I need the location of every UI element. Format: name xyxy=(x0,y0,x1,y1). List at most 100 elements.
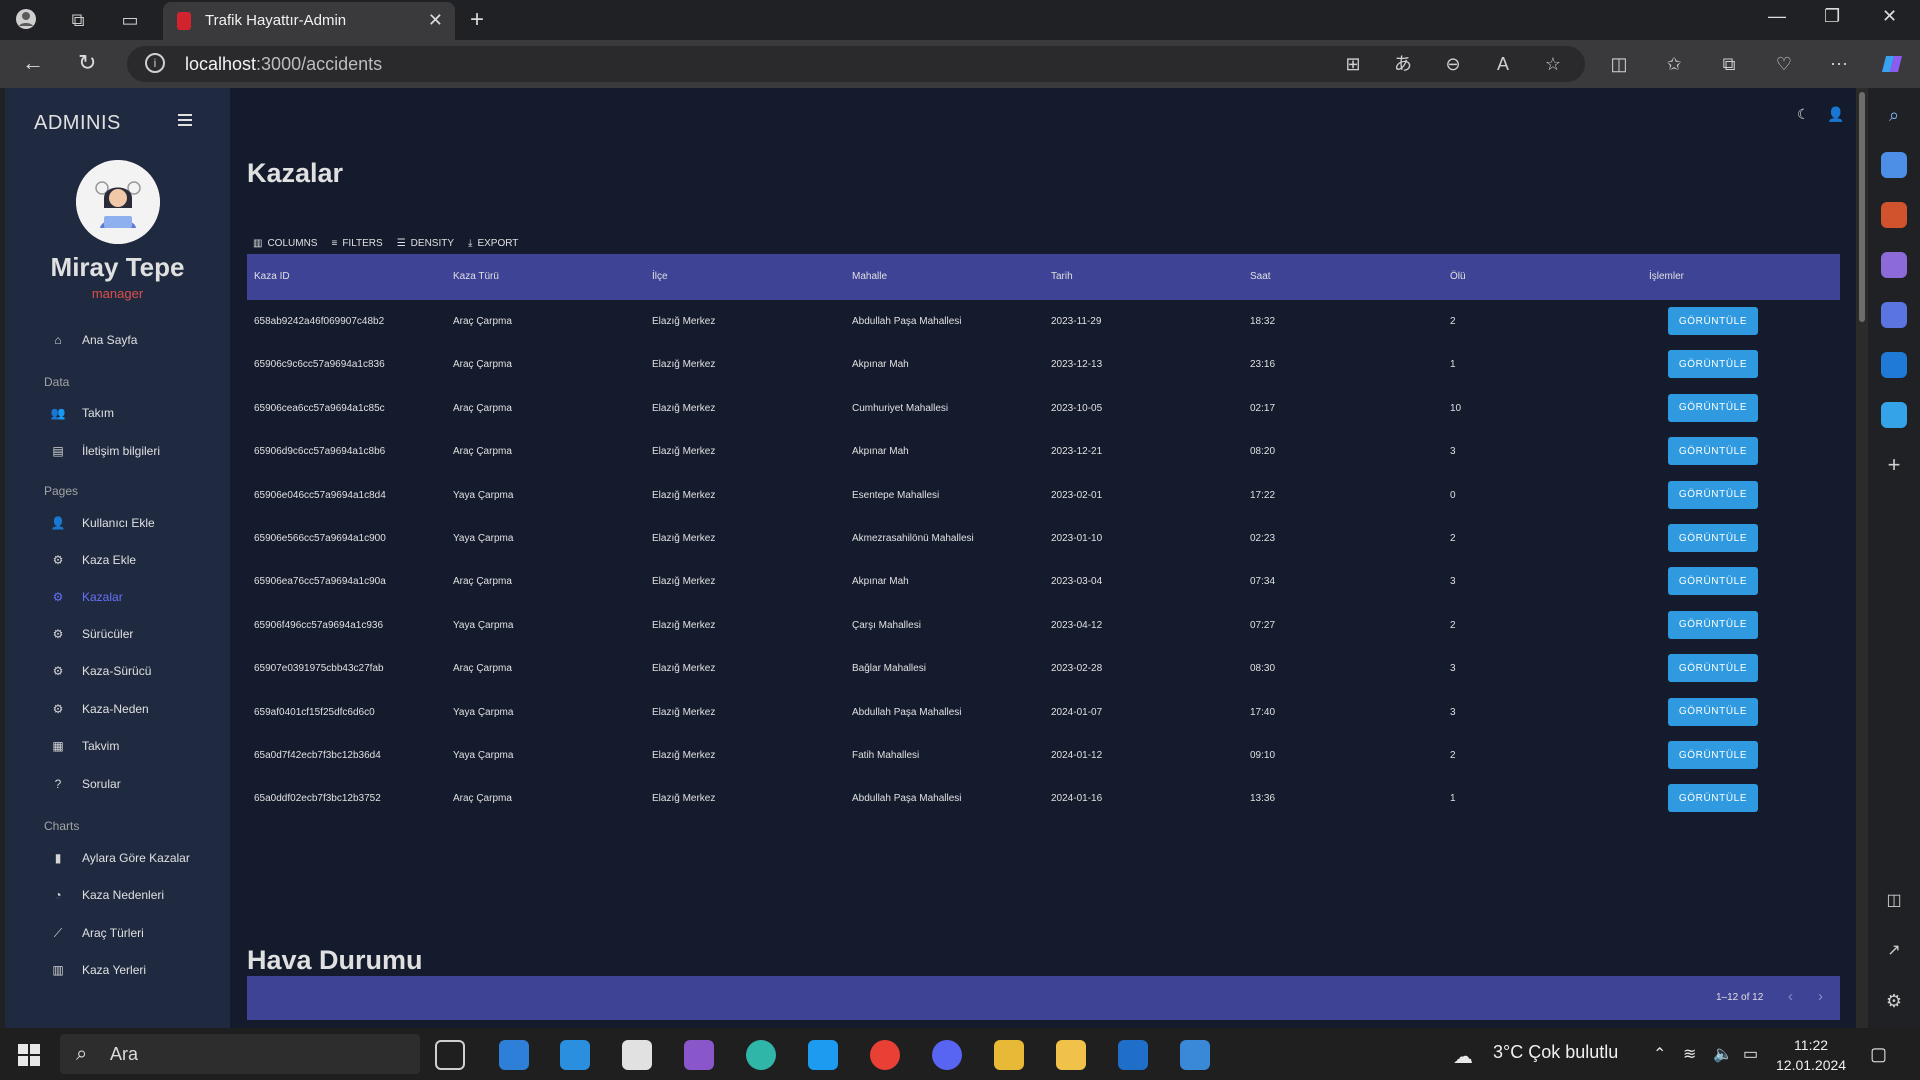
column-header[interactable]: İlçe xyxy=(652,271,668,282)
table-row[interactable]: 65a0ddf02ecb7f3bc12b3752 Araç Çarpma Elazı… xyxy=(247,777,1840,820)
send-icon[interactable] xyxy=(1881,402,1907,428)
profile-icon[interactable] xyxy=(14,8,38,32)
dark-mode-icon[interactable]: ☾ xyxy=(1797,106,1810,123)
table-row[interactable]: 65906e046cc57a9694a1c8d4 Yaya Çarpma Elazı… xyxy=(247,474,1840,517)
sidebar-item-accident-driver[interactable]: ⚙ Kaza-Sürücü xyxy=(50,661,152,681)
view-button[interactable]: GÖRÜNTÜLE xyxy=(1668,437,1758,466)
wifi-icon[interactable]: ≋ xyxy=(1683,1044,1696,1064)
next-page-icon[interactable]: › xyxy=(1818,988,1823,1005)
column-header[interactable]: Kaza ID xyxy=(254,271,290,282)
external-link-icon[interactable]: ↗ xyxy=(1881,938,1907,964)
sidebar-item-map[interactable]: ▥ Kaza Yerleri xyxy=(50,960,146,980)
discord-icon[interactable] xyxy=(932,1040,962,1070)
export-button[interactable]: ⤓ EXPORT xyxy=(468,238,518,249)
workspaces-icon[interactable]: ⧉ xyxy=(66,8,90,32)
visual-studio-icon[interactable] xyxy=(684,1040,714,1070)
more-options-icon[interactable]: ⋯ xyxy=(1827,52,1851,76)
view-button[interactable]: GÖRÜNTÜLE xyxy=(1668,654,1758,683)
filters-button[interactable]: ≡ FILTERS xyxy=(331,238,382,249)
tools-icon[interactable] xyxy=(1881,202,1907,228)
view-button[interactable]: GÖRÜNTÜLE xyxy=(1668,524,1758,552)
close-window-icon[interactable]: ✕ xyxy=(1882,6,1897,27)
sticky-tools-icon[interactable] xyxy=(994,1040,1024,1070)
table-row[interactable]: 65907e0391975cbb43c27fab Araç Çarpma Elazı… xyxy=(247,647,1840,690)
games-icon[interactable] xyxy=(1881,252,1907,278)
site-info-icon[interactable]: i xyxy=(145,53,165,73)
table-row[interactable]: 65a0d7f42ecb7f3bc12b36d4 Yaya Çarpma Elazı… xyxy=(247,734,1840,777)
copilot-icon[interactable] xyxy=(1880,52,1904,76)
settings-gear-icon[interactable]: ⚙ xyxy=(1881,988,1907,1014)
view-button[interactable]: GÖRÜNTÜLE xyxy=(1668,784,1758,813)
split-screen-icon[interactable]: ◫ xyxy=(1607,52,1631,76)
photos-icon[interactable] xyxy=(1180,1040,1210,1070)
table-row[interactable]: 659af0401cf15f25dfc6d6c0 Yaya Çarpma Elazı… xyxy=(247,691,1840,734)
sidebar-item-add-user[interactable]: 👤 Kullanıcı Ekle xyxy=(50,513,155,533)
density-button[interactable]: ☰ DENSITY xyxy=(397,238,454,249)
column-header[interactable]: Kaza Türü xyxy=(453,271,499,282)
edge-icon[interactable] xyxy=(746,1040,776,1070)
sidebar-item-faq[interactable]: ? Sorular xyxy=(50,774,121,794)
view-button[interactable]: GÖRÜNTÜLE xyxy=(1668,350,1758,379)
address-bar[interactable]: i localhost:3000/accidents xyxy=(127,46,1585,82)
browser-essentials-icon[interactable]: ♡ xyxy=(1772,52,1796,76)
add-icon[interactable]: + xyxy=(1881,452,1907,478)
shopping-icon[interactable] xyxy=(1881,152,1907,178)
sidebar-item-drivers[interactable]: ⚙ Sürücüler xyxy=(50,624,134,644)
volume-icon[interactable]: 🔈 xyxy=(1713,1044,1733,1064)
favorites-icon[interactable]: ✩ xyxy=(1662,52,1686,76)
chrome-icon[interactable] xyxy=(870,1040,900,1070)
table-row[interactable]: 658ab9242a46f069907c48b2 Araç Çarpma Elazı… xyxy=(247,300,1840,343)
column-header[interactable]: Tarih xyxy=(1051,271,1073,282)
scrollbar-thumb[interactable] xyxy=(1859,92,1865,322)
sidebar-item-bar-chart[interactable]: ▮ Aylara Göre Kazalar xyxy=(50,848,190,868)
task-view-icon[interactable] xyxy=(435,1040,465,1070)
view-button[interactable]: GÖRÜNTÜLE xyxy=(1668,480,1758,509)
view-button[interactable]: GÖRÜNTÜLE xyxy=(1668,697,1758,726)
notifications-icon[interactable]: ▢ xyxy=(1870,1044,1887,1065)
mail-icon[interactable] xyxy=(499,1040,529,1070)
table-row[interactable]: 65906e566cc57a9694a1c900 Yaya Çarpma Elazı… xyxy=(247,517,1840,560)
column-header[interactable]: Saat xyxy=(1250,271,1271,282)
microsoft-365-icon[interactable] xyxy=(1881,302,1907,328)
sidebar-item-accident-cause[interactable]: ⚙ Kaza-Neden xyxy=(50,699,149,719)
read-aloud-icon[interactable]: A xyxy=(1491,52,1515,76)
view-button[interactable]: GÖRÜNTÜLE xyxy=(1668,567,1758,596)
taskbar-clock[interactable]: 11:22 12.01.2024 xyxy=(1776,1035,1846,1075)
outlook-icon[interactable] xyxy=(1881,352,1907,378)
view-button[interactable]: GÖRÜNTÜLE xyxy=(1668,393,1758,422)
table-row[interactable]: 65906c9c6cc57a9694a1c836 Araç Çarpma Elazı… xyxy=(247,343,1840,386)
store-icon[interactable] xyxy=(622,1040,652,1070)
table-row[interactable]: 65906cea6cc57a9694a1c85c Araç Çarpma Elazı… xyxy=(247,387,1840,430)
taskbar-search[interactable]: ⌕ Ara xyxy=(60,1034,420,1074)
menu-toggle-icon[interactable] xyxy=(178,114,192,126)
collections-icon[interactable]: ⧉ xyxy=(1717,52,1741,76)
twitter-icon[interactable] xyxy=(808,1040,838,1070)
weather-text[interactable]: 3°C Çok bulutlu xyxy=(1493,1042,1618,1063)
favorite-star-icon[interactable]: ☆ xyxy=(1541,52,1565,76)
table-row[interactable]: 65906d9c6cc57a9694a1c8b6 Araç Çarpma Elazı… xyxy=(247,430,1840,473)
hide-sidebar-icon[interactable]: ◫ xyxy=(1881,888,1907,914)
table-row[interactable]: 65906f496cc57a9694a1c936 Yaya Çarpma Elazı… xyxy=(247,604,1840,647)
browser-tab[interactable]: Trafik Hayattır-Admin ✕ xyxy=(163,2,455,40)
chevron-up-icon[interactable]: ⌃ xyxy=(1653,1044,1666,1064)
outlook-new-icon[interactable] xyxy=(1118,1040,1148,1070)
page-scrollbar[interactable] xyxy=(1856,88,1868,1028)
battery-icon[interactable]: ▭ xyxy=(1743,1044,1758,1064)
translate-icon[interactable]: あ xyxy=(1391,52,1415,76)
sidebar-item-contacts[interactable]: ▤ İletişim bilgileri xyxy=(50,441,160,461)
zoom-out-icon[interactable]: ⊖ xyxy=(1441,52,1465,76)
sidebar-item-add-accident[interactable]: ⚙ Kaza Ekle xyxy=(50,550,136,570)
view-button[interactable]: GÖRÜNTÜLE xyxy=(1668,610,1758,639)
app-available-icon[interactable]: ⊞ xyxy=(1341,52,1365,76)
minimize-icon[interactable]: — xyxy=(1768,6,1786,27)
refresh-icon[interactable]: ↻ xyxy=(78,50,96,76)
column-header[interactable]: Mahalle xyxy=(852,271,887,282)
close-tab-icon[interactable]: ✕ xyxy=(428,10,443,31)
sidebar-item-accidents[interactable]: ⚙ Kazalar xyxy=(50,587,123,607)
new-tab-icon[interactable]: + xyxy=(470,6,484,34)
search-icon[interactable]: ⌕ xyxy=(1881,102,1907,128)
windows-start-icon[interactable] xyxy=(18,1044,40,1066)
sidebar-item-calendar[interactable]: ▦ Takvim xyxy=(50,736,119,756)
profile-menu-icon[interactable]: 👤 xyxy=(1827,106,1844,123)
sidebar-item-home[interactable]: ⌂ Ana Sayfa xyxy=(50,330,137,350)
